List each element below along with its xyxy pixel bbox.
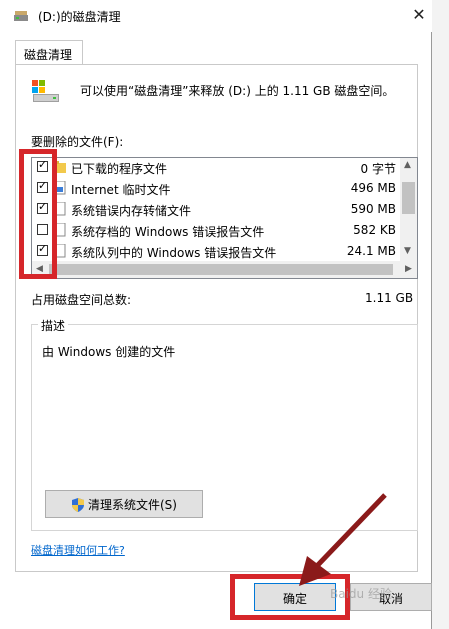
document-lock-icon bbox=[54, 181, 66, 195]
file-category-name: 系统队列中的 Windows 错误报告文件 bbox=[71, 246, 277, 260]
list-item[interactable]: Internet 临时文件 496 MB bbox=[32, 179, 402, 200]
file-icon bbox=[54, 202, 66, 216]
file-category-name: 系统错误内存转储文件 bbox=[71, 204, 192, 218]
file-category-name: 已下载的程序文件 bbox=[71, 162, 168, 176]
disk-cleanup-dialog: (D:)的磁盘清理 ✕ 磁盘清理 可以使用“磁盘清理”来释放 (D:) 上的 1… bbox=[0, 0, 432, 629]
file-category-name: Internet 临时文件 bbox=[71, 183, 171, 197]
drive-cleanup-icon bbox=[14, 11, 28, 21]
tab-strip: 磁盘清理 bbox=[15, 40, 418, 65]
description-text: 由 Windows 创建的文件 bbox=[42, 345, 176, 359]
checkbox[interactable] bbox=[37, 242, 48, 256]
list-item[interactable]: 系统队列中的 Windows 错误报告文件 24.1 MB bbox=[32, 242, 402, 263]
file-category-size: 582 KB bbox=[353, 223, 396, 237]
checkbox[interactable] bbox=[37, 200, 48, 214]
list-item[interactable]: 系统错误内存转储文件 590 MB bbox=[32, 200, 402, 221]
file-category-size: 24.1 MB bbox=[346, 244, 396, 258]
files-to-delete-label: 要删除的文件(F): bbox=[31, 135, 124, 149]
tab-disk-cleanup[interactable]: 磁盘清理 bbox=[15, 40, 83, 64]
file-category-size: 496 MB bbox=[350, 181, 396, 195]
scroll-thumb[interactable] bbox=[49, 264, 393, 275]
description-title: 描述 bbox=[38, 317, 69, 334]
files-list[interactable]: 已下载的程序文件 0 字节 Internet 临时文件 496 MB 系统错误内… bbox=[31, 157, 418, 279]
total-space-label: 占用磁盘空间总数: bbox=[31, 293, 132, 307]
horizontal-scrollbar[interactable]: ◀ ▶ bbox=[32, 261, 417, 278]
scroll-thumb[interactable] bbox=[402, 182, 415, 214]
total-space-value: 1.11 GB bbox=[365, 291, 414, 305]
free-space-info: 可以使用“磁盘清理”来释放 (D:) 上的 1.11 GB 磁盘空间。 bbox=[80, 84, 395, 98]
scroll-up-icon[interactable]: ▲ bbox=[404, 160, 411, 170]
folder-icon bbox=[54, 161, 66, 173]
file-category-size: 590 MB bbox=[350, 202, 396, 216]
scroll-right-icon[interactable]: ▶ bbox=[405, 264, 412, 274]
window-title: (D:)的磁盘清理 bbox=[38, 10, 121, 24]
help-link[interactable]: 磁盘清理如何工作? bbox=[31, 542, 125, 558]
watermark: Baidu 经验 bbox=[330, 587, 392, 601]
vertical-scrollbar[interactable]: ▲ ▼ bbox=[400, 158, 417, 261]
cleanup-system-files-button[interactable]: 清理系统文件(S) bbox=[45, 490, 203, 518]
background-window-edge bbox=[432, 0, 449, 629]
cleanup-system-files-label: 清理系统文件(S) bbox=[88, 498, 177, 512]
file-icon bbox=[54, 223, 66, 237]
checkbox[interactable] bbox=[37, 179, 48, 193]
file-category-name: 系统存档的 Windows 错误报告文件 bbox=[71, 225, 265, 239]
drive-icon bbox=[32, 80, 59, 102]
shield-icon bbox=[72, 498, 84, 512]
file-icon bbox=[54, 244, 66, 258]
title-bar: (D:)的磁盘清理 ✕ bbox=[0, 0, 432, 32]
file-category-size: 0 字节 bbox=[360, 162, 396, 176]
checkbox[interactable] bbox=[37, 224, 48, 235]
list-item[interactable]: 系统存档的 Windows 错误报告文件 582 KB bbox=[32, 221, 402, 242]
checkbox[interactable] bbox=[37, 158, 48, 172]
scroll-down-icon[interactable]: ▼ bbox=[404, 246, 411, 256]
ok-button[interactable]: 确定 bbox=[254, 583, 336, 611]
scroll-left-icon[interactable]: ◀ bbox=[36, 264, 43, 274]
list-item[interactable]: 已下载的程序文件 0 字节 bbox=[32, 158, 402, 179]
close-icon[interactable]: ✕ bbox=[410, 6, 428, 24]
